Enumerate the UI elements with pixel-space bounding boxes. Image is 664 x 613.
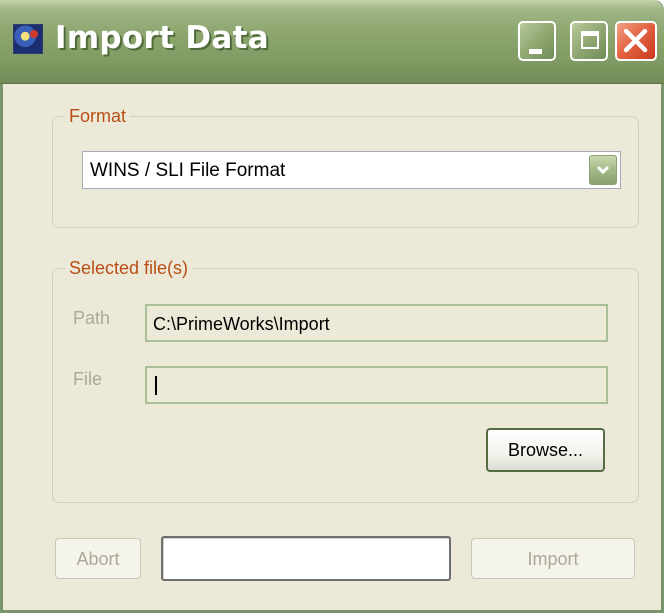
maximize-button[interactable] [570,21,608,61]
progress-bar [161,536,451,581]
app-icon[interactable] [13,24,43,54]
format-legend: Format [69,106,127,126]
dropdown-button[interactable] [589,155,617,185]
path-value: C:\PrimeWorks\Import [153,314,330,334]
browse-button[interactable]: Browse... [486,428,605,472]
selected-files-legend: Selected file(s) [69,258,189,278]
title-bar[interactable]: Import Data [0,0,664,84]
import-button[interactable]: Import [471,538,635,579]
minimize-icon [529,49,542,54]
path-field[interactable]: C:\PrimeWorks\Import [145,304,608,342]
text-cursor [155,376,157,395]
abort-button[interactable]: Abort [55,538,141,579]
import-data-window: Import Data Format WINS / SLI File Forma… [0,0,664,613]
format-dropdown[interactable]: WINS / SLI File Format [82,151,621,189]
path-label: Path [73,308,111,328]
maximize-icon [581,31,599,49]
window-title: Import Data [55,20,269,56]
close-button[interactable] [615,21,657,61]
chevron-down-icon [596,165,610,175]
file-field[interactable] [145,366,608,404]
minimize-button[interactable] [518,21,556,61]
format-dropdown-value: WINS / SLI File Format [90,160,286,181]
file-label: File [73,369,103,389]
close-icon [623,28,648,53]
